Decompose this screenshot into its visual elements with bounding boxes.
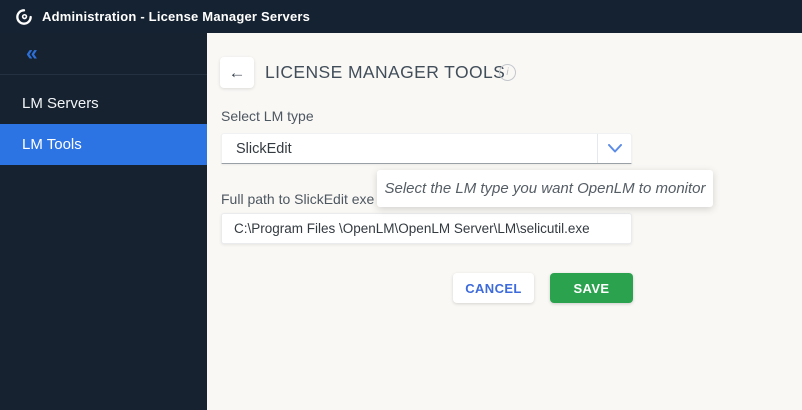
main-content: ← LICENSE MANAGER TOOLS i Select LM type… xyxy=(207,33,802,410)
window-title: Administration - License Manager Servers xyxy=(42,9,310,24)
sidebar-item-lm-servers[interactable]: LM Servers xyxy=(0,83,207,124)
sidebar-divider xyxy=(0,74,207,75)
page-title: LICENSE MANAGER TOOLS xyxy=(265,62,505,83)
sidebar-item-label: LM Tools xyxy=(22,136,82,153)
sidebar: « LM Servers LM Tools xyxy=(0,33,207,410)
path-label: Full path to SlickEdit exe xyxy=(221,191,374,207)
top-header-bar: Administration - License Manager Servers xyxy=(0,0,802,33)
cancel-button[interactable]: CANCEL xyxy=(453,273,534,303)
administration-window: Administration - License Manager Servers… xyxy=(0,0,802,410)
info-icon[interactable]: i xyxy=(499,64,516,81)
lm-type-label: Select LM type xyxy=(221,108,314,124)
sidebar-nav: LM Servers LM Tools xyxy=(0,83,207,165)
chevron-down-icon[interactable] xyxy=(598,144,631,153)
sidebar-item-label: LM Servers xyxy=(22,95,99,112)
lm-type-select[interactable]: SlickEdit xyxy=(221,133,632,164)
openlm-logo-icon xyxy=(15,8,33,26)
sidebar-collapse-icon[interactable]: « xyxy=(26,43,38,64)
lm-type-selected-value: SlickEdit xyxy=(222,141,597,157)
save-button[interactable]: SAVE xyxy=(550,273,633,303)
back-arrow-icon: ← xyxy=(229,63,246,83)
path-input[interactable] xyxy=(221,213,632,244)
back-button[interactable]: ← xyxy=(220,57,254,88)
form-actions: CANCEL SAVE xyxy=(453,273,633,303)
sidebar-item-lm-tools[interactable]: LM Tools xyxy=(0,124,207,165)
lm-type-tooltip: Select the LM type you want OpenLM to mo… xyxy=(377,170,713,207)
